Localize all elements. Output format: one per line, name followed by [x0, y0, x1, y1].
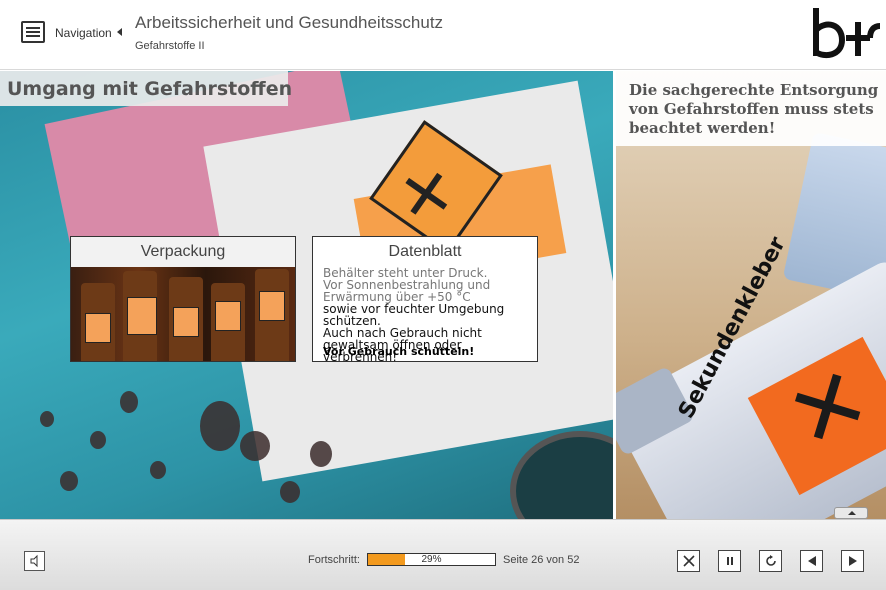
footer-bar: Fortschritt: 29% Seite 26 von 52	[0, 519, 886, 590]
speaker-icon[interactable]	[24, 551, 45, 571]
hint-box: Die sachgerechte Entsorgung von Gefahrst…	[616, 71, 886, 146]
close-icon[interactable]	[677, 550, 700, 572]
page-counter: Seite 26 von 52	[503, 554, 580, 566]
progress-label: Fortschritt:	[308, 554, 360, 566]
navigation-link[interactable]: Navigation	[55, 26, 112, 40]
slide-title: Umgang mit Gefahrstoffen	[7, 78, 293, 100]
progress-bar: 29%	[367, 553, 496, 566]
next-icon[interactable]	[841, 550, 864, 572]
header: Navigation Arbeitssicherheit und Gesundh…	[0, 0, 886, 70]
previous-icon[interactable]	[800, 550, 823, 572]
course-subtitle: Gefahrstoffe II	[135, 40, 205, 52]
slide-stage: ✕ ✕ Sekundenkleber Umgang mit Gefahrstof…	[0, 71, 886, 519]
chemical-bottles-image	[71, 267, 295, 361]
hint-text: Die sachgerechte Entsorgung von Gefahrst…	[629, 81, 879, 137]
replay-icon[interactable]	[759, 550, 782, 572]
card-verpackung[interactable]: Verpackung	[70, 236, 296, 362]
pause-icon[interactable]	[718, 550, 741, 572]
card-title: Verpackung	[71, 237, 295, 267]
datasheet-bold-line: Vor Gebrauch schütteln!	[323, 345, 475, 358]
card-datenblatt[interactable]: Datenblatt Behälter steht unter Druck. V…	[312, 236, 538, 362]
menu-icon[interactable]	[21, 21, 45, 43]
card-title: Datenblatt	[388, 243, 462, 260]
chevron-up-icon[interactable]	[834, 507, 868, 519]
brand-logo	[813, 8, 880, 59]
course-title: Arbeitssicherheit und Gesundheitsschutz	[135, 13, 444, 32]
chevron-left-icon[interactable]	[117, 28, 122, 36]
slide-title-box: Umgang mit Gefahrstoffen	[0, 71, 292, 106]
progress-text: 29%	[421, 554, 442, 565]
